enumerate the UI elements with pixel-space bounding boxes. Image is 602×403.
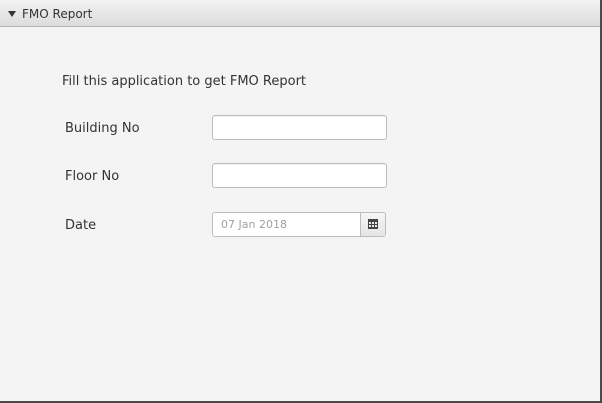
building-no-label: Building No (65, 121, 140, 136)
floor-no-label: Floor No (65, 169, 120, 184)
date-value[interactable]: 07 Jan 2018 (221, 218, 287, 231)
building-no-input[interactable] (212, 115, 387, 140)
date-label: Date (65, 218, 97, 233)
date-picker-button[interactable] (360, 213, 385, 236)
fmo-report-header[interactable]: FMO Report (0, 0, 600, 27)
form-intro-text: Fill this application to get FMO Report (62, 74, 307, 89)
triangle-down-icon[interactable] (8, 11, 16, 17)
pane-title: FMO Report (22, 7, 93, 21)
fmo-report-window: FMO Report Fill this application to get … (0, 0, 602, 403)
floor-no-input[interactable] (212, 163, 387, 188)
date-picker[interactable]: 07 Jan 2018 (212, 212, 386, 237)
calendar-icon (368, 219, 378, 229)
